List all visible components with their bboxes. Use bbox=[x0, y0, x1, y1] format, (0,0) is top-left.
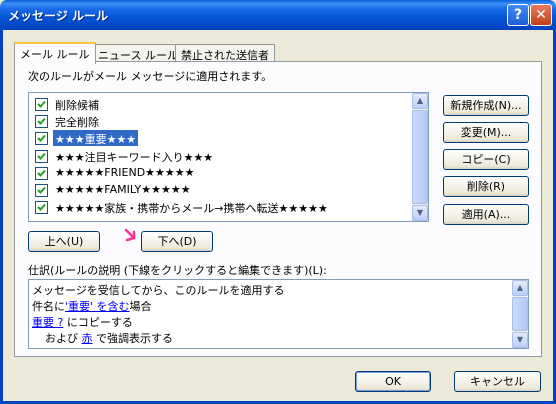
rule-label: ★★★★★家族・携帯からメール→携帯へ転送★★★★★ bbox=[55, 202, 328, 216]
rule-label: ★★★★★FRIEND★★★★★ bbox=[55, 165, 195, 179]
rule-checkbox[interactable] bbox=[35, 201, 48, 215]
scroll-up-icon[interactable]: ▲ bbox=[412, 93, 428, 109]
move-up-button[interactable]: 上へ(U) bbox=[28, 231, 100, 252]
tab-mail-rules[interactable]: メール ルール bbox=[14, 42, 96, 64]
rules-header: 次のルールがメール メッセージに適用されます。 bbox=[28, 70, 273, 83]
rule-checkbox[interactable] bbox=[35, 115, 48, 129]
description-line-2: 件名に'重要' を含む場合 bbox=[32, 298, 152, 314]
scroll-down-icon[interactable]: ▼ bbox=[412, 205, 428, 221]
rules-list[interactable]: 削除候補完全削除 ★★★重要★★★ ★★★注目キーワード入り★★★ ★★★★★FRIE… bbox=[28, 92, 429, 222]
scroll-thumb[interactable] bbox=[412, 110, 428, 204]
scroll-up-icon[interactable]: ▲ bbox=[512, 280, 528, 296]
modify-rule-button[interactable]: 変更(M)... bbox=[443, 122, 529, 143]
folder-link[interactable]: 重要 ? bbox=[32, 316, 63, 329]
rule-label: ★★★注目キーワード入り★★★ bbox=[55, 150, 214, 164]
checkmark-icon bbox=[37, 100, 46, 108]
rule-row[interactable]: ★★★★★FRIEND★★★★★ bbox=[31, 165, 413, 182]
checkmark-icon bbox=[37, 118, 46, 126]
rule-row[interactable]: 完全削除 bbox=[31, 113, 413, 130]
checkmark-icon bbox=[37, 135, 46, 143]
new-rule-button[interactable]: 新規作成(N)... bbox=[443, 95, 529, 116]
title-bar: メッセージ ルール ? ✕ bbox=[0, 0, 556, 30]
checkmark-icon bbox=[37, 169, 46, 177]
checkmark-icon bbox=[37, 152, 46, 160]
description-line-3: 重要 ? にコピーする bbox=[32, 314, 133, 330]
rule-label: 完全削除 bbox=[55, 116, 99, 130]
description-line-1: メッセージを受信してから、このルールを適用する bbox=[32, 284, 285, 297]
rule-checkbox[interactable] bbox=[35, 149, 48, 163]
rule-checkbox[interactable] bbox=[35, 132, 48, 146]
copy-rule-button[interactable]: コピー(C) bbox=[443, 149, 529, 170]
rule-row[interactable]: ★★★重要★★★ bbox=[31, 130, 413, 147]
color-link[interactable]: 赤 bbox=[82, 332, 93, 345]
description-label: 仕訳(ルールの説明 (下線をクリックすると編集できます)(L): bbox=[28, 264, 327, 277]
close-button[interactable]: ✕ bbox=[530, 4, 552, 26]
description-scrollbar[interactable]: ▲ ▼ bbox=[512, 280, 528, 348]
description-line-4: および 赤 で強調表示する bbox=[45, 330, 173, 346]
tab-news-rules[interactable]: ニュース ルール bbox=[92, 44, 184, 62]
ok-button[interactable]: OK bbox=[355, 371, 431, 392]
scroll-down-icon[interactable]: ▼ bbox=[512, 332, 528, 348]
rule-checkbox[interactable] bbox=[35, 184, 48, 197]
rule-row[interactable]: ★★★★★FAMILY★★★★★ bbox=[31, 182, 413, 199]
rule-checkbox[interactable] bbox=[35, 98, 48, 111]
checkmark-icon bbox=[37, 186, 46, 194]
description-text: で強調表示する bbox=[92, 332, 173, 345]
rule-row[interactable]: ★★★★★家族・携帯からメール→携帯へ転送★★★★★ bbox=[31, 199, 413, 216]
scroll-thumb[interactable] bbox=[512, 297, 528, 331]
checkmark-icon bbox=[37, 204, 46, 212]
apply-rule-button[interactable]: 適用(A)... bbox=[443, 204, 529, 225]
tab-blocked-senders[interactable]: 禁止された送信者 bbox=[175, 44, 275, 62]
remove-rule-button[interactable]: 削除(R) bbox=[443, 176, 529, 197]
subject-condition-link[interactable]: '重要' を含む bbox=[65, 300, 130, 313]
description-text: 場合 bbox=[129, 300, 152, 313]
rule-description-box: メッセージを受信してから、このルールを適用する 件名に'重要' を含む場合 重要… bbox=[28, 279, 529, 349]
description-text: 件名に bbox=[32, 300, 65, 313]
help-button[interactable]: ? bbox=[507, 4, 529, 26]
description-text: および bbox=[45, 332, 82, 345]
rule-row[interactable]: 削除候補 bbox=[31, 96, 413, 113]
move-down-button[interactable]: 下へ(D) bbox=[141, 231, 213, 252]
rule-label: ★★★重要★★★ bbox=[53, 130, 139, 147]
rule-label: 削除候補 bbox=[55, 99, 99, 112]
rule-label: ★★★★★FAMILY★★★★★ bbox=[55, 183, 191, 196]
annotation-arrow-icon bbox=[124, 228, 136, 242]
cancel-button[interactable]: キャンセル bbox=[454, 371, 541, 392]
rule-row[interactable]: ★★★注目キーワード入り★★★ bbox=[31, 148, 413, 165]
rules-scrollbar[interactable]: ▲ ▼ bbox=[412, 93, 428, 221]
window-title: メッセージ ルール bbox=[8, 9, 108, 23]
rule-checkbox[interactable] bbox=[35, 166, 48, 180]
description-text: にコピーする bbox=[63, 316, 133, 329]
